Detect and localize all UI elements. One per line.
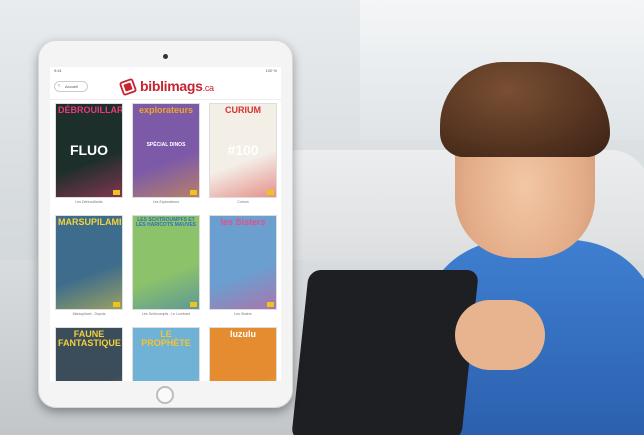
magazine-cover[interactable]: explorateurs SPÉCIAL DINOS	[132, 103, 200, 198]
magazine-cover[interactable]: MARSUPILAMI	[55, 215, 123, 310]
brand-logo[interactable]: biblimags.ca	[119, 77, 229, 97]
magazine-caption: Curium	[237, 200, 249, 204]
magazine-subtitle: FLUO	[69, 142, 109, 158]
magazine-cover[interactable]: FAUNE FANTASTIQUE	[55, 327, 123, 381]
app-header: ‹ Accueil biblimags.ca	[50, 75, 281, 100]
magazine-caption: Les Sisters	[234, 312, 252, 316]
back-button[interactable]: ‹ Accueil	[54, 81, 88, 92]
boy-tablet	[291, 270, 479, 435]
app-screen: 9:41 100 % ‹ Accueil biblimags.ca DÉBROU…	[50, 67, 281, 381]
magazine-card[interactable]: DÉBROUILLARDS FLUO Les Débrouillards	[55, 103, 123, 205]
magazine-title: luzulu	[230, 329, 256, 339]
issue-badge-icon	[267, 302, 274, 307]
magazine-title: DÉBROUILLARDS	[58, 105, 123, 115]
magazine-caption: Les Débrouillards	[75, 200, 103, 204]
magazine-title: CURIUM	[225, 105, 261, 115]
magazine-caption: Les Schtroumpfs - Le Lombard	[141, 312, 191, 316]
issue-badge-icon	[190, 302, 197, 307]
magazine-title: LE PROPHÈTE	[141, 329, 191, 348]
magazine-title: explorateurs	[138, 105, 194, 115]
magazine-title: LES SCHTROUMPFS ET LES HARICOTS MAUVES	[135, 217, 196, 228]
brand-name-main: biblimags	[140, 78, 203, 94]
magazine-caption: Les Explorateurs	[152, 200, 180, 204]
back-button-label: Accueil	[65, 84, 78, 89]
issue-badge-icon	[113, 302, 120, 307]
magazine-card[interactable]: luzulu	[209, 327, 277, 381]
magazine-subtitle: SPÉCIAL DINOS	[146, 142, 186, 148]
magazine-card[interactable]: les Sisters Les Sisters	[209, 215, 277, 317]
camera-dot	[163, 54, 168, 59]
magazine-subtitle: #100	[227, 142, 259, 158]
issue-badge-icon	[190, 190, 197, 195]
magazine-cover[interactable]: les Sisters	[209, 215, 277, 310]
magazine-card[interactable]: FAUNE FANTASTIQUE	[55, 327, 123, 381]
magazine-caption: Marsupilami - Dupuis	[72, 312, 106, 316]
biblimags-logo-icon	[119, 78, 137, 96]
magazine-card[interactable]: MARSUPILAMI Marsupilami - Dupuis	[55, 215, 123, 317]
magazine-title: MARSUPILAMI	[58, 217, 122, 227]
status-time: 9:41	[54, 68, 62, 73]
magazine-card[interactable]: LE PROPHÈTE	[132, 327, 200, 381]
status-battery: 100 %	[265, 68, 277, 73]
brand-name: biblimags.ca	[140, 78, 214, 94]
ipad-device: 9:41 100 % ‹ Accueil biblimags.ca DÉBROU…	[38, 40, 293, 408]
magazine-cover[interactable]: CURIUM #100	[209, 103, 277, 198]
magazine-card[interactable]: CURIUM #100 Curium	[209, 103, 277, 205]
boy-hand	[455, 300, 545, 370]
status-bar: 9:41 100 %	[50, 67, 281, 75]
magazine-cover[interactable]: DÉBROUILLARDS FLUO	[55, 103, 123, 198]
magazine-title: FAUNE FANTASTIQUE	[58, 329, 121, 348]
magazine-title: les Sisters	[220, 217, 266, 227]
issue-badge-icon	[267, 190, 274, 195]
magazine-card[interactable]: LES SCHTROUMPFS ET LES HARICOTS MAUVES Le…	[132, 215, 200, 317]
magazine-cover[interactable]: LE PROPHÈTE	[132, 327, 200, 381]
brand-tld: .ca	[202, 83, 214, 93]
magazine-cover[interactable]: LES SCHTROUMPFS ET LES HARICOTS MAUVES	[132, 215, 200, 310]
magazine-cover[interactable]: luzulu	[209, 327, 277, 381]
magazine-card[interactable]: explorateurs SPÉCIAL DINOS Les Explorateur…	[132, 103, 200, 205]
issue-badge-icon	[113, 190, 120, 195]
home-button[interactable]	[156, 386, 174, 404]
chevron-left-icon: ‹	[58, 83, 60, 89]
